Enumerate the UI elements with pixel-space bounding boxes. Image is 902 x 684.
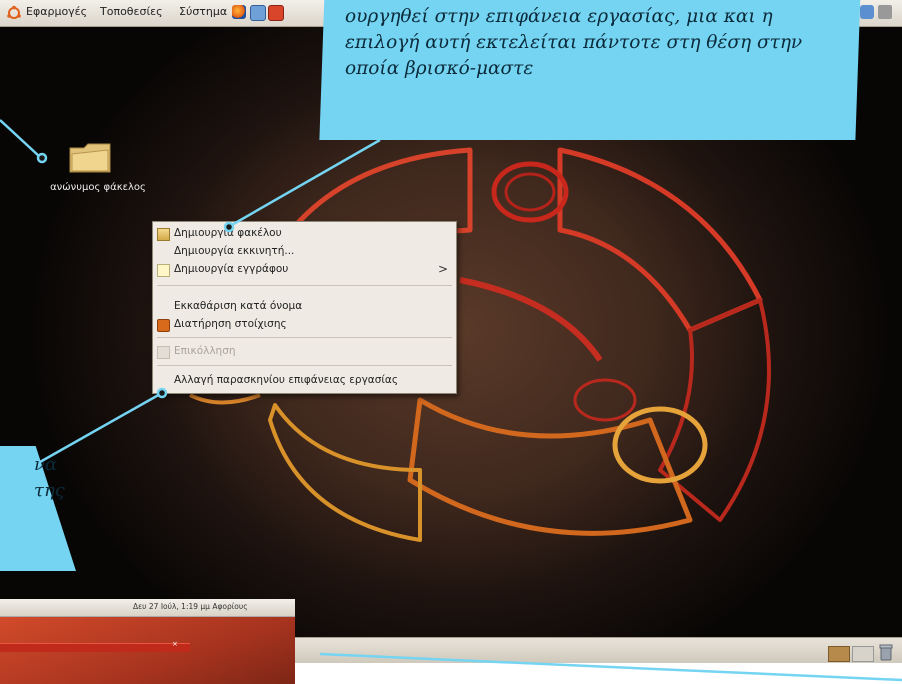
firefox-icon[interactable] (232, 5, 246, 19)
workspace-1-button[interactable] (828, 646, 850, 662)
inset-screenshot: Δευ 27 Ιούλ, 1:19 μμ Αφορίους × (0, 599, 295, 684)
paste-icon (157, 346, 170, 359)
trash-icon[interactable] (878, 643, 894, 661)
folder-icon[interactable] (68, 142, 112, 174)
workspace-2-button[interactable] (852, 646, 874, 662)
close-icon: × (172, 640, 178, 648)
menu-item-change-background[interactable]: Αλλαγή παρασκηνίου επιφάνειας εργασίας (153, 372, 456, 390)
callout-left-line-2: της (34, 480, 65, 501)
inset-top-panel: Δευ 27 Ιούλ, 1:19 μμ Αφορίους (0, 599, 295, 617)
menu-item-create-folder[interactable]: Δημιουργία φακέλου (153, 225, 456, 243)
inset-window-bar (0, 643, 190, 652)
folder-label[interactable]: ανώνυμος φάκελος (28, 182, 168, 193)
menu-item-create-document[interactable]: Δημιουργία εγγράφου > (153, 261, 456, 279)
menu-places[interactable]: Τοποθεσίες (100, 5, 163, 18)
email-icon[interactable] (250, 5, 266, 21)
inset-clock: Δευ 27 Ιούλ, 1:19 μμ Αφορίους (133, 602, 248, 611)
document-icon (157, 264, 170, 277)
menu-item-paste: Επικόλληση (153, 343, 456, 361)
menu-system[interactable]: Σύστημα (179, 5, 227, 18)
menu-applications[interactable]: Εφαρμογές (26, 5, 87, 18)
volume-icon[interactable] (878, 5, 892, 19)
menu-separator (157, 285, 452, 286)
menu-item-keep-aligned[interactable]: Διατήρηση στοίχισης (153, 316, 456, 334)
desktop-context-menu: Δημιουργία φακέλου Δημιουργία εκκινητή..… (152, 221, 457, 394)
menu-separator (157, 365, 452, 366)
menu-item-clean-up-by-name[interactable]: Εκκαθάριση κατά όνομα (153, 298, 456, 316)
callout-left-line-1: να (34, 454, 58, 475)
menu-item-create-launcher[interactable]: Δημιουργία εκκινητή... (153, 243, 456, 261)
callout-text-top: ουργηθεί στην επιφάνεια εργασίας, μια κα… (345, 6, 803, 79)
check-icon (157, 319, 170, 332)
submenu-arrow-icon: > (437, 262, 448, 276)
menu-separator (157, 337, 452, 338)
network-icon[interactable] (860, 5, 874, 19)
folder-new-icon (157, 228, 170, 241)
callout-text-left: να της (0, 452, 65, 504)
ubuntu-logo-icon[interactable] (6, 5, 22, 21)
help-icon[interactable] (268, 5, 284, 21)
